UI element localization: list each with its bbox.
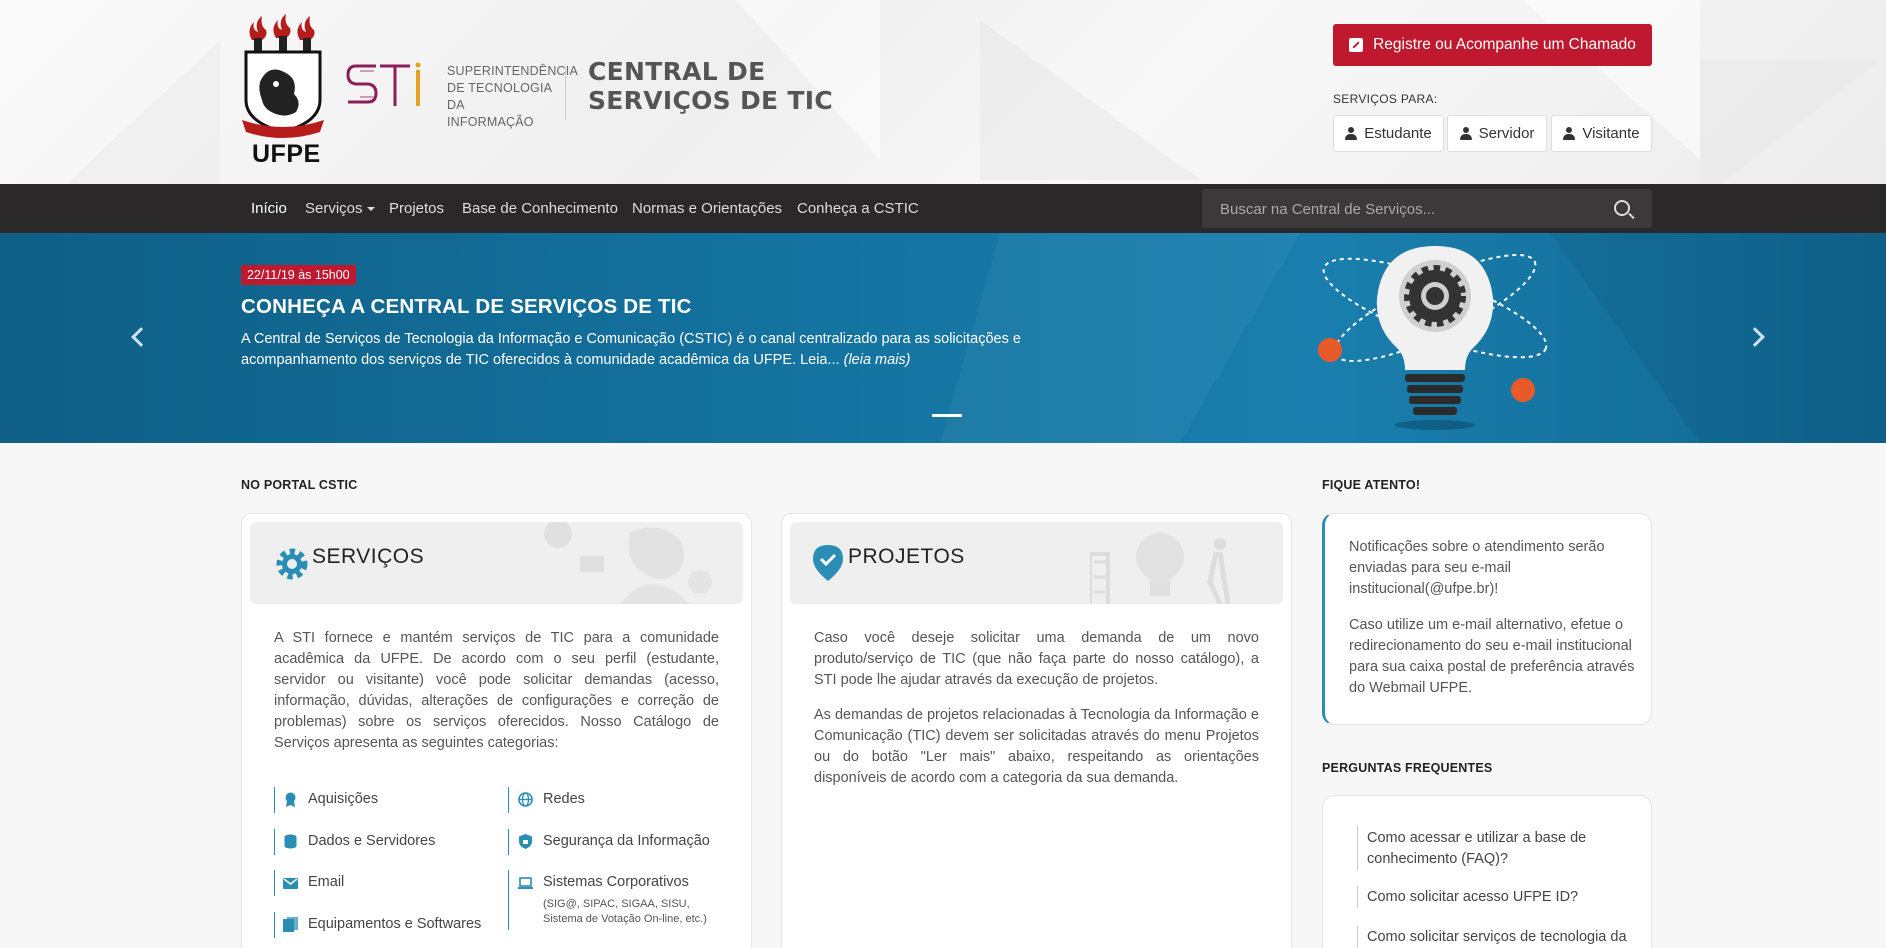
profile-visitor-label: Visitante	[1582, 125, 1640, 142]
corporate-note-line-1: (SIG@, SIPAC, SIGAA, SISU,	[543, 898, 690, 910]
carousel-indicator[interactable]	[932, 414, 962, 417]
sti-line-1: SUPERINTENDÊNCIA	[447, 64, 578, 78]
read-more-link[interactable]: (leia mais)	[844, 352, 911, 368]
site-title: CENTRAL DE SERVIÇOS DE TIC	[588, 57, 833, 115]
corporate-note-line-2: Sistema de Votação On-line, etc.)	[543, 913, 707, 925]
faq-box: Como acessar e utilizar a base de conhec…	[1322, 795, 1652, 948]
lightbulb-illustration	[1318, 246, 1548, 430]
category-divider	[274, 829, 275, 855]
award-icon	[285, 792, 296, 807]
sti-line-3: INFORMAÇÃO	[447, 115, 534, 129]
site-title-line-2: SERVIÇOS DE TIC	[588, 86, 834, 115]
shield-lock-icon	[519, 834, 532, 849]
search-icon[interactable]	[1614, 200, 1630, 216]
category-divider	[274, 787, 275, 813]
faq-item-services[interactable]: Como solicitar serviços de tecnologia da	[1357, 927, 1642, 948]
category-divider	[508, 787, 509, 813]
profile-employee-button[interactable]: Servidor	[1447, 115, 1547, 152]
category-networks[interactable]: Redes	[543, 791, 585, 807]
faq-item-ufpe-id[interactable]: Como solicitar acesso UFPE ID?	[1357, 887, 1642, 908]
attention-heading: FIQUE ATENTO!	[1322, 478, 1421, 492]
corporate-systems-note: (SIG@, SIPAC, SIGAA, SISU, Sistema de Vo…	[543, 897, 707, 927]
nav-about-cstic[interactable]: Conheça a CSTIC	[797, 200, 919, 217]
user-icon	[1459, 127, 1472, 140]
edit-icon	[1349, 38, 1364, 52]
open-ticket-button[interactable]: Registre ou Acompanhe um Chamado	[1333, 24, 1652, 66]
globe-icon	[518, 792, 533, 807]
projects-card-text: Caso você deseje solicitar uma demanda d…	[814, 628, 1259, 789]
banner-text-line-1: A Central de Serviços de Tecnologia da I…	[241, 331, 1021, 347]
search-box	[1202, 189, 1652, 228]
services-card-text: A STI fornece e mantém serviços de TIC p…	[274, 630, 719, 751]
nav-home[interactable]: Início	[251, 200, 287, 217]
category-data-servers[interactable]: Dados e Servidores	[308, 833, 435, 849]
gear-icon	[276, 548, 308, 580]
category-acquisitions[interactable]: Aquisições	[308, 791, 378, 807]
location-check-icon	[813, 545, 843, 581]
services-for-label: SERVIÇOS PARA:	[1333, 92, 1438, 106]
category-divider	[274, 870, 275, 896]
nav-services[interactable]: Serviços	[305, 200, 375, 217]
profile-student-button[interactable]: Estudante	[1333, 115, 1444, 152]
user-icon	[1563, 127, 1576, 140]
database-icon	[284, 834, 297, 849]
services-card: SERVIÇOS A STI fornece e mantém serviços…	[241, 513, 752, 948]
profile-employee-label: Servidor	[1478, 125, 1535, 142]
faq-item-knowledge-base[interactable]: Como acessar e utilizar a base de conhec…	[1357, 828, 1642, 870]
news-date-badge: 22/11/19 às 15h00	[241, 265, 356, 285]
category-equipment-software[interactable]: Equipamentos e Softwares	[308, 916, 481, 932]
envelope-icon	[283, 878, 298, 889]
notice-box: Notificações sobre o atendimento serão e…	[1322, 513, 1652, 725]
projects-card-title: PROJETOS	[848, 545, 965, 568]
search-input[interactable]	[1220, 198, 1600, 220]
caret-down-icon	[366, 207, 375, 212]
banner-text-line-2: acompanhamento dos serviços de TIC ofere…	[241, 352, 840, 368]
user-icon	[1345, 127, 1358, 140]
category-divider	[508, 870, 509, 930]
category-corporate-systems[interactable]: Sistemas Corporativos	[543, 874, 689, 890]
category-information-security[interactable]: Segurança da Informação	[543, 833, 710, 849]
site-title-line-1: CENTRAL DE	[588, 57, 766, 86]
open-ticket-label: Registre ou Acompanhe um Chamado	[1373, 36, 1636, 53]
sti-logo[interactable]	[346, 60, 446, 120]
sti-line-2: DE TECNOLOGIA DA	[447, 81, 552, 112]
category-email[interactable]: Email	[308, 874, 344, 890]
nav-norms[interactable]: Normas e Orientações	[632, 200, 782, 217]
faq-heading: PERGUNTAS FREQUENTES	[1322, 761, 1493, 775]
nav-services-label: Serviços	[305, 200, 363, 217]
notice-paragraph-2: Caso utilize um e-mail alternativo, efet…	[1349, 617, 1635, 696]
banner-text: A Central de Serviços de Tecnologia da I…	[241, 329, 1071, 371]
category-divider	[274, 912, 275, 938]
header-divider	[565, 68, 566, 120]
category-divider	[508, 829, 509, 855]
sti-subtitle: SUPERINTENDÊNCIA DE TECNOLOGIA DA INFORM…	[447, 63, 578, 131]
projects-header-illustration	[1090, 533, 1231, 604]
profile-visitor-button[interactable]: Visitante	[1551, 115, 1652, 152]
nav-knowledge-base[interactable]: Base de Conhecimento	[462, 200, 618, 217]
ufpe-wordmark: UFPE	[252, 140, 321, 168]
profile-student-label: Estudante	[1364, 125, 1432, 142]
projects-paragraph-2: As demandas de projetos relacionadas à T…	[814, 707, 1259, 786]
services-card-title: SERVIÇOS	[312, 545, 425, 568]
nav-projects[interactable]: Projetos	[389, 200, 444, 217]
equipment-icon	[283, 917, 298, 932]
banner-title[interactable]: CONHEÇA A CENTRAL DE SERVIÇOS DE TIC	[241, 295, 692, 319]
notice-paragraph-1: Notificações sobre o atendimento serão e…	[1349, 539, 1605, 597]
services-header-illustration	[544, 522, 712, 604]
portal-heading: NO PORTAL CSTIC	[241, 478, 358, 492]
projects-paragraph-1: Caso você deseje solicitar uma demanda d…	[814, 630, 1259, 688]
laptop-icon	[518, 877, 533, 889]
projects-card: PROJETOS Caso você deseje solicitar uma …	[781, 513, 1292, 948]
